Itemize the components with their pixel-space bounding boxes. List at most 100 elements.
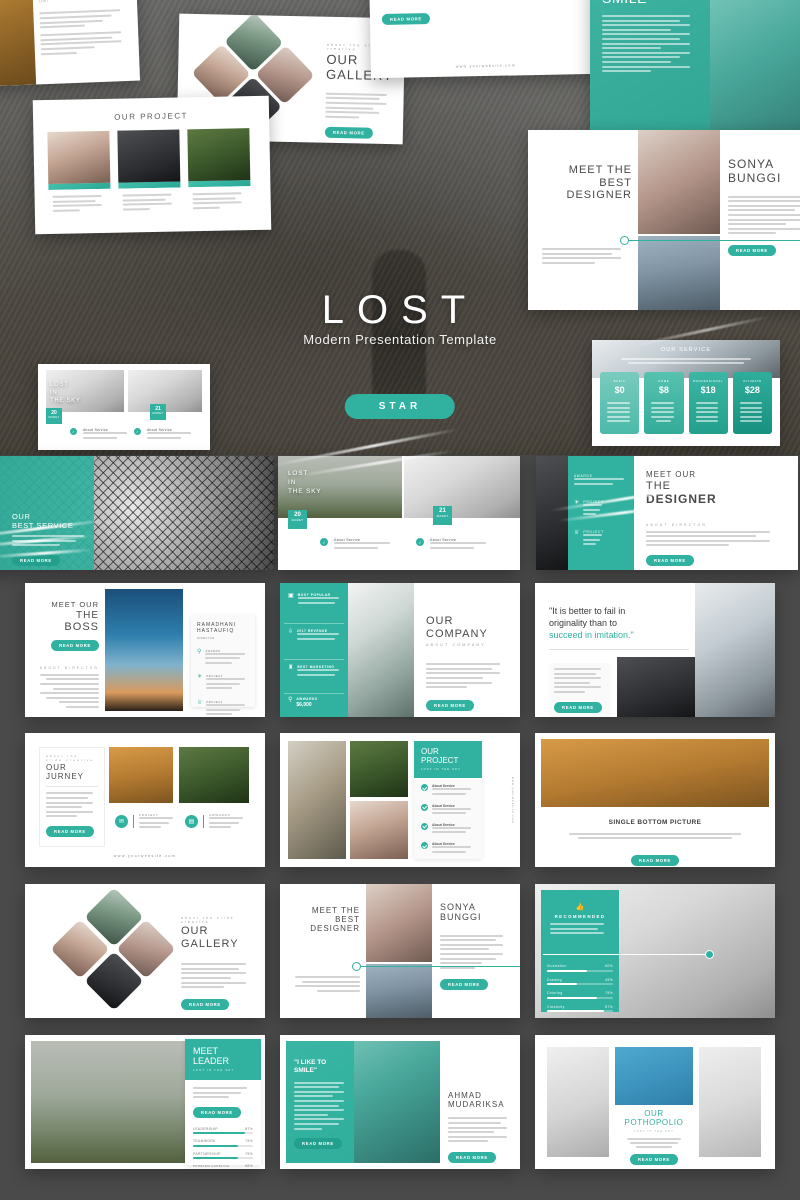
slide-quote[interactable]: "It is better to fail in originality tha… [535,583,775,717]
section-label: ABOUT DIRECTOR [39,665,99,670]
timeline-node [705,950,714,959]
title-line1: MEET [193,1046,219,1056]
slide-like-smile[interactable]: "I LIKE TO SMILE" READ MORE AHMAD MUDARI… [280,1035,520,1169]
project-card[interactable] [187,128,252,218]
eyebrow: about the slide creative [46,754,95,762]
project-card[interactable] [47,130,112,221]
date-badge-a: 20 MARET [288,510,307,529]
read-more-button[interactable]: READ MORE [381,13,430,25]
title-line1: "I LIKE TO [294,1059,327,1066]
slide-meet-boss[interactable]: MEET OUR THE BOSS READ MORE ABOUT DIRECT… [25,583,265,717]
title-line2: BEST [335,915,360,925]
pricing-plan[interactable]: PROFESSIONAL $18 [688,372,728,434]
slide-best-designer[interactable]: MEET THE BEST DESIGNER SONYA BUNGGI READ… [280,884,520,1018]
slide-image [404,456,520,518]
slide-our-project[interactable]: OUR PROJECT LOST IN THE SKY About Servic… [280,733,520,867]
read-more-button[interactable]: READ MORE [193,1106,241,1118]
read-more-button[interactable]: READ MORE [294,1138,342,1150]
slide-best-service[interactable]: OUR BEST SERVICE READ MORE [0,456,274,570]
check-icon: ✓ [416,538,424,546]
slide-image [695,583,775,717]
check-icon [421,822,428,830]
slide-our-service[interactable]: OUR SERVICE BASIC $0 HOME $8 PROFESSIONA… [592,340,780,446]
body-copy [325,92,394,119]
feature-label: PROJECT [583,530,604,534]
title-line1: LOST [50,382,69,388]
read-more-button[interactable]: READ MORE [440,979,488,991]
slide-image [615,1047,693,1105]
body-copy [602,15,700,73]
slide-smile-top[interactable]: SMILE" [590,0,800,134]
read-more-button[interactable]: READ MORE [554,701,602,713]
skill-row: Illustration 60% [547,964,613,972]
slide-pothopolio[interactable]: OUR POTHOPOLIO LOST IN THE SKY READ MORE [535,1035,775,1169]
title-line1: MEET THE [568,164,632,176]
monitor-icon: ▣ [288,593,294,599]
title-line3: THE SKY [50,397,81,404]
sun-icon: ☀ [197,674,203,681]
person-role: DIRECTUR [197,635,215,640]
title-line3: BOSS [64,621,99,634]
slide-best-designer-top[interactable]: MEET THE BEST DESIGNER SONYA BUNGGI READ… [528,130,800,310]
bulb-icon: ⚲ [288,697,293,703]
title-line2: THE [76,609,99,621]
read-more-button[interactable]: READ MORE [728,244,776,256]
title-line2: SMILE" [294,1066,317,1074]
stat-item: ▣ MOST POPULAR [288,593,344,606]
info-card: ▤ AWWARDS [185,813,243,831]
slide-image [0,0,37,88]
check-icon [421,803,428,811]
project-card[interactable] [117,129,182,220]
title-line3: DESIGNER [566,189,632,202]
pricing-plan[interactable]: HOME $8 [644,372,684,434]
slide-our-gallery[interactable]: about the slide creative OUR GALLERY REA… [25,884,265,1018]
skill-row: Coloring 75% [547,991,613,999]
read-more-button[interactable]: READ MORE [646,555,694,566]
slide-image [617,657,695,717]
slide-image [638,236,720,310]
slide-contact-top[interactable]: READ MORE ✉ PROJECT ▤ www.yourwebsite.co… [368,0,602,79]
hero-star-button[interactable]: STAR [344,394,456,419]
date-badge-b: 21 MARET [150,404,166,420]
title-line1: MEET OUR [646,470,697,479]
read-more-button[interactable]: READ MORE [631,855,679,866]
slide-our-company[interactable]: ▣ MOST POPULAR ⇩ 2017 REVENUE ♜ BEST MAR… [280,583,520,717]
read-more-button[interactable]: READ MORE [46,825,94,837]
title-line1: OUR [426,615,454,627]
trophy-icon: ♕ [574,530,580,536]
read-more-button[interactable]: READ MORE [324,127,373,140]
read-more-button[interactable]: READ MORE [630,1154,678,1165]
slide-image [288,741,346,859]
pricing-plan[interactable]: BASIC $0 [600,372,640,434]
read-more-button[interactable]: READ MORE [51,639,99,651]
title-line2: IN [288,478,297,486]
read-more-button[interactable]: READ MORE [448,1151,496,1163]
award-icon: ♜ [288,665,294,671]
pricing-plan[interactable]: ULTIMATE $28 [732,372,772,434]
slide-image [105,589,183,711]
date-badge-b: 21 MARET [433,506,452,525]
read-more-button[interactable]: READ MORE [181,998,229,1010]
title-line2: GALLERY [181,937,239,950]
slide-single-bottom-picture[interactable]: SINGLE BOTTOM PICTURE READ MORE [535,733,775,867]
slide-meet-leader[interactable]: MEET LEADER LOST IN THE SKY READ MORE LE… [25,1035,265,1169]
sun-icon: ☀ [574,500,580,506]
slide-project-top[interactable]: OUR PROJECT [32,95,272,235]
slide-subtitle: ABOUT COMPANY [426,643,486,648]
checklist-item: About Service [421,822,475,836]
slide-recommended[interactable]: 👍 RECOMMENDED Illustration 60% Drawing 4… [535,884,775,1018]
slide-lost-in-the-sky[interactable]: LOST IN THE SKY 20 MARET 21 MARET ✓ Abou… [38,364,210,450]
slide-our-jurney[interactable]: about the slide creative OUR JURNEY READ… [25,733,265,867]
checklist-item: About Service [421,784,475,797]
slide-subtitle: LOST [38,0,49,4]
info-card: ✉ PROJECT [115,813,173,831]
slide-image [699,1047,761,1157]
slide-mock-pitch[interactable]: MORE PITCHING LOST [0,0,141,88]
quote-line1: "It is better to fail in [549,606,626,616]
stat-item: ⚲ AWWARDS $6,000 [288,697,318,708]
slide-image [350,801,408,859]
slide-meet-designer[interactable]: AWARDS ☀ PROJECT ♕ PROJECT MEET OUR THE … [536,456,798,570]
title-line1: MEET OUR [51,600,99,609]
read-more-button[interactable]: READ MORE [426,699,474,711]
side-website-url: www.yourwebsite.com [511,777,515,824]
